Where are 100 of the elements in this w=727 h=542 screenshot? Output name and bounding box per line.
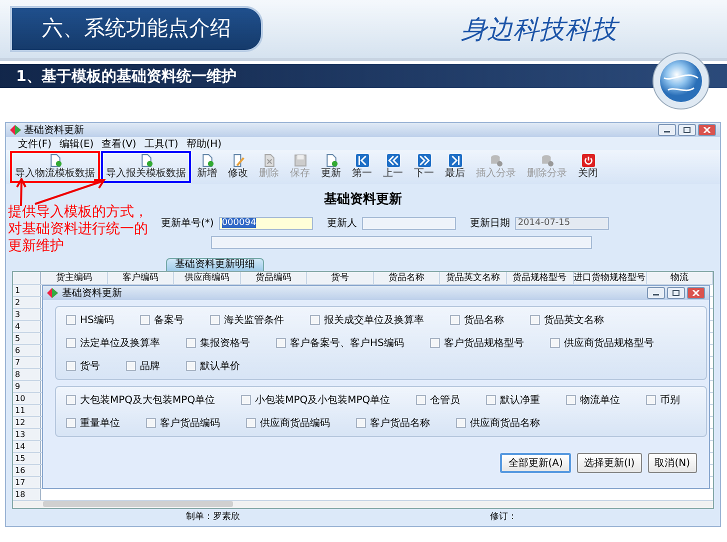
annotation-text: 提供导入模板的方式，对基础资料进行统一的更新维护 <box>8 204 149 255</box>
form-heading: 基础资料更新 <box>324 190 402 208</box>
subtitle-bar: 1、基于模板的基础资料统一维护 <box>0 64 727 88</box>
arrow-icon <box>386 154 400 167</box>
checkbox[interactable]: 供应商货品编码 <box>246 416 330 430</box>
status-text: 制单：罗素欣 <box>186 512 240 523</box>
input-field[interactable]: 000094 <box>218 216 313 230</box>
toolbar-button[interactable]: 上一 <box>378 151 408 183</box>
field-label: 更新单号(*) <box>161 216 214 230</box>
input-field[interactable]: 2014-07-15 <box>514 216 609 230</box>
column-header: 货号 <box>307 272 374 284</box>
row-number: 8 <box>13 369 41 380</box>
toolbar-button[interactable]: 导入物流模板数据 <box>10 151 100 183</box>
scrollbar[interactable] <box>13 501 713 508</box>
power-icon <box>582 154 594 167</box>
app-logo-icon <box>10 125 21 135</box>
menu-item[interactable]: 查看(V) <box>102 136 136 150</box>
checkbox[interactable]: 客户货品名称 <box>356 416 430 430</box>
document-icon <box>262 154 276 167</box>
menu-item[interactable]: 文件(F) <box>18 136 52 150</box>
row-number: 15 <box>13 453 41 464</box>
close-button[interactable] <box>687 287 705 299</box>
database-icon <box>540 154 554 167</box>
checkbox[interactable]: 品牌 <box>126 359 160 373</box>
database-icon <box>490 154 502 167</box>
checkbox[interactable]: 货品英文名称 <box>530 313 604 327</box>
toolbar-button[interactable]: 更新 <box>316 151 346 183</box>
document-icon <box>48 154 62 167</box>
checkbox[interactable]: 集报资格号 <box>186 336 250 350</box>
toolbar-button[interactable]: 导入报关模板数据 <box>101 151 191 183</box>
toolbar-button[interactable]: 下一 <box>409 151 439 183</box>
checkbox[interactable]: 大包装MPQ及大包装MPQ单位 <box>66 393 216 407</box>
input-field[interactable] <box>211 236 592 249</box>
field-label: 更新日期 <box>470 216 510 230</box>
close-button[interactable] <box>698 124 716 136</box>
checkbox[interactable]: 物流单位 <box>566 393 620 407</box>
menu-item[interactable]: 帮助(H) <box>186 136 222 150</box>
row-number: 6 <box>13 345 41 356</box>
checkbox[interactable]: 货品名称 <box>450 313 504 327</box>
checkbox[interactable]: 重量单位 <box>66 416 120 430</box>
window-title: 基础资料更新 <box>24 124 84 137</box>
brand-text: 身边科技科技 <box>461 12 727 58</box>
dialog-title: 基础资料更新 <box>62 286 122 300</box>
checkbox[interactable]: 币别 <box>646 393 680 407</box>
dialog-button[interactable]: 全部更新(A) <box>500 453 571 473</box>
column-header: 进口货物规格型号 <box>574 272 646 284</box>
row-number: 2 <box>13 297 41 308</box>
tab[interactable]: 基础资料更新明细 <box>166 258 264 271</box>
checkbox[interactable]: 客户备案号、客户HS编码 <box>276 336 404 350</box>
slide-title: 六、系统功能点介绍 <box>10 6 263 52</box>
dialog-button[interactable]: 取消(N) <box>648 453 697 473</box>
checkbox[interactable]: 备案号 <box>140 313 184 327</box>
input-field[interactable] <box>362 216 456 230</box>
menu-item[interactable]: 工具(T) <box>144 136 178 150</box>
checkbox[interactable]: 海关监管条件 <box>210 313 284 327</box>
close-icon <box>692 290 700 296</box>
column-header: 客户编码 <box>108 272 174 284</box>
close-icon <box>703 127 711 133</box>
maximize-icon <box>672 290 680 296</box>
row-number: 14 <box>13 441 41 452</box>
minimize-button[interactable] <box>647 287 665 299</box>
row-number: 12 <box>13 417 41 428</box>
column-header: 货品编码 <box>240 272 308 284</box>
toolbar-button[interactable]: 关闭 <box>573 151 603 183</box>
checkbox[interactable]: 默认净重 <box>486 393 540 407</box>
column-header: 物流 <box>646 272 714 284</box>
checkbox[interactable]: 报关成交单位及换算率 <box>310 313 424 327</box>
row-number: 9 <box>13 381 41 392</box>
pencil-icon <box>232 154 244 167</box>
maximize-button[interactable] <box>678 124 696 136</box>
checkbox[interactable]: HS编码 <box>66 313 114 327</box>
checkbox[interactable]: 仓管员 <box>416 393 460 407</box>
toolbar-button[interactable]: 第一 <box>347 151 377 183</box>
globe-icon <box>652 52 710 110</box>
toolbar-button[interactable]: 新增 <box>192 151 222 183</box>
field-label: 更新人 <box>326 216 357 230</box>
minimize-button[interactable] <box>658 124 676 136</box>
row-number: 5 <box>13 333 41 344</box>
dialog-button[interactable]: 选择更新(I) <box>576 453 642 473</box>
checkbox[interactable]: 小包装MPQ及小包装MPQ单位 <box>241 393 390 407</box>
checkbox[interactable]: 法定单位及换算率 <box>66 336 160 350</box>
checkbox[interactable]: 供应商货品名称 <box>456 416 540 430</box>
checkbox[interactable]: 客户货品编码 <box>146 416 220 430</box>
row-number: 4 <box>13 321 41 332</box>
toolbar-button[interactable]: 修改 <box>223 151 253 183</box>
maximize-button[interactable] <box>667 287 685 299</box>
checkbox[interactable]: 客户货品规格型号 <box>430 336 524 350</box>
column-header: 货品名称 <box>374 272 440 284</box>
checkbox[interactable]: 货号 <box>66 359 100 373</box>
row-number: 3 <box>13 309 41 320</box>
document-icon <box>140 154 152 167</box>
arrow-icon <box>448 154 462 167</box>
menu-item[interactable]: 编辑(E) <box>60 136 94 150</box>
document-icon <box>200 154 214 167</box>
column-header: 货主编码 <box>41 272 108 284</box>
checkbox[interactable]: 供应商货品规格型号 <box>550 336 654 350</box>
row-number: 1 <box>13 285 41 296</box>
toolbar-button[interactable]: 最后 <box>440 151 470 183</box>
column-header: 供应商编码 <box>174 272 241 284</box>
checkbox[interactable]: 默认单价 <box>186 359 240 373</box>
